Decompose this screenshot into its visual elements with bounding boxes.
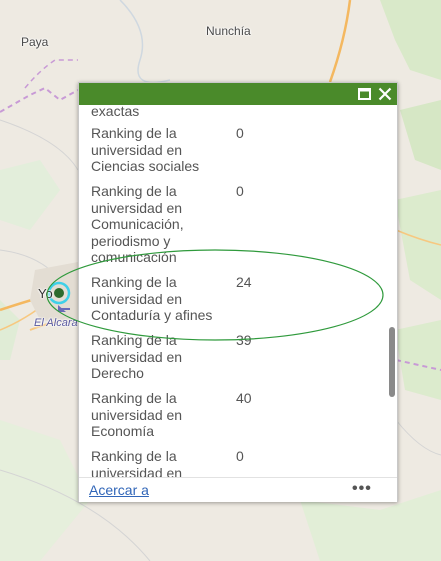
feature-popup: exactas Ranking de la universidad en Cie… [78,82,398,502]
attribute-value: 24 [236,274,252,290]
more-actions-button[interactable]: ••• [352,480,372,498]
attribute-row-partial: exactas [91,105,371,125]
attribute-value: 39 [236,332,252,348]
attribute-row: Ranking de la universidad en 0 [91,448,371,477]
close-icon [378,87,392,101]
attribute-label: Ranking de la universidad en Contaduría … [91,274,213,323]
close-button[interactable] [376,85,394,103]
attribute-label: Ranking de la universidad en [91,448,183,477]
attribute-row: Ranking de la universidad en Derecho 39 [91,332,371,390]
attribute-row: Ranking de la universidad en Comunicació… [91,183,371,274]
attribute-value: 0 [236,448,244,464]
zoom-to-link[interactable]: Acercar a [89,482,149,498]
attribute-list: exactas Ranking de la universidad en Cie… [91,105,371,477]
attribute-row: Ranking de la universidad en Ciencias so… [91,125,371,183]
map-label-paya: Paya [21,35,49,49]
map-label-nunchia: Nunchía [206,24,251,38]
attribute-value: 0 [236,125,244,141]
attribute-value: 0 [236,183,244,199]
attribute-label: Ranking de la universidad en Ciencias so… [91,125,200,174]
attribute-row: Ranking de la universidad en Contaduría … [91,274,371,332]
popup-footer: Acercar a ••• [79,477,397,502]
popup-scrollbar[interactable] [388,105,396,477]
attribute-value: 40 [236,390,252,406]
attribute-row: Ranking de la universidad en Economía 40 [91,390,371,448]
map-label-el-alcaraban: El Alcara [34,317,78,329]
popup-header [79,83,397,105]
scrollbar-thumb[interactable] [389,327,395,397]
maximize-button[interactable] [356,85,374,103]
attribute-label: Ranking de la universidad en Comunicació… [91,183,184,265]
maximize-icon [358,88,371,100]
attribute-label: exactas [91,105,140,119]
attribute-label: Ranking de la universidad en Economía [91,390,183,439]
map-label-yopal: Yo [38,286,53,301]
attribute-label: Ranking de la universidad en Derecho [91,332,183,381]
popup-content[interactable]: exactas Ranking de la universidad en Cie… [79,105,397,477]
